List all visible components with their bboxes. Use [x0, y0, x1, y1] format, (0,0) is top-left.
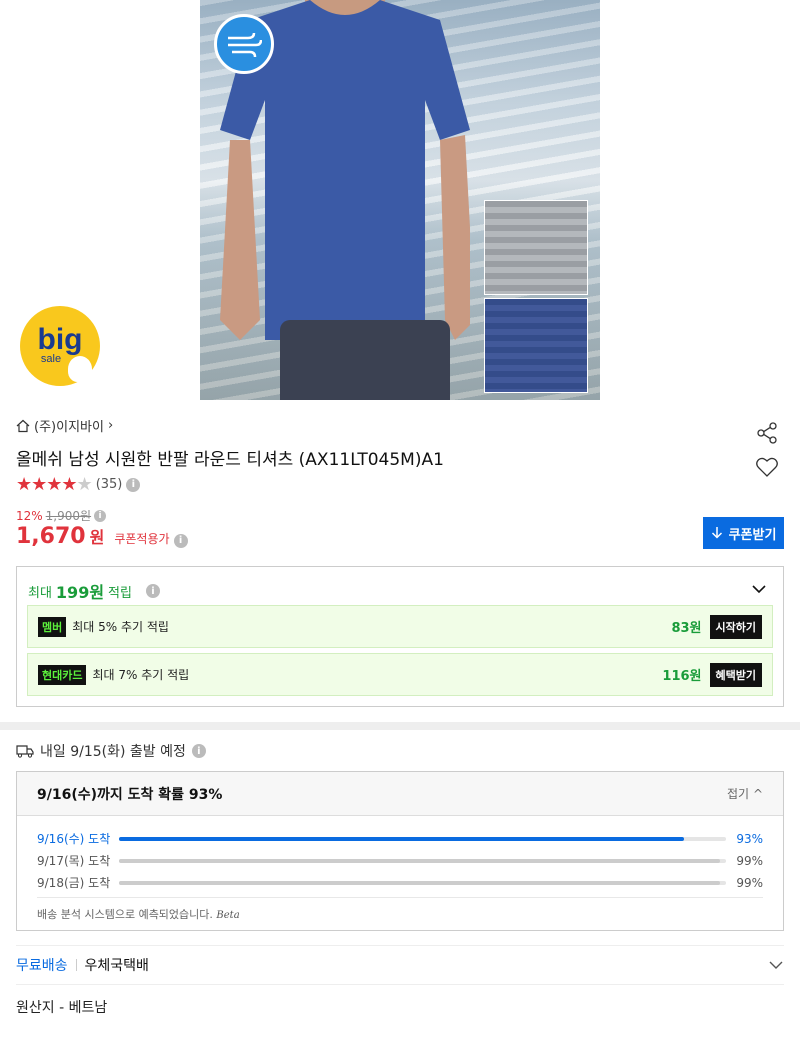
probability-fill [119, 858, 720, 863]
probability-value: 99% [736, 875, 763, 890]
thumbnail-gray[interactable] [484, 200, 588, 295]
badge-sale-text: sale [40, 353, 62, 365]
arrival-row: 9/17(목) 도착 99% [37, 852, 763, 869]
arrival-headline: 9/16(수)까지 도착 확률 93% [37, 786, 223, 803]
reward-box: 최대 199원 적립 i 멤버 최대 5% 추기 적립 83원 시작하기 현대카… [16, 566, 784, 707]
arrival-row: 9/18(금) 도착 99% [37, 874, 763, 891]
coupon-button-label: 쿠폰받기 [728, 527, 777, 543]
reward-prefix: 최대 [28, 585, 52, 601]
departure-text: 내일 9/15(화) 출발 예정 [40, 744, 186, 760]
probability-fill [119, 836, 684, 841]
cool-wind-icon [214, 14, 274, 74]
coupon-price-note: 쿠폰적용가 [114, 532, 170, 546]
carrier-name: 우체국택배 [84, 958, 149, 974]
reward-row-amount: 83원 [671, 621, 702, 636]
probability-bar [119, 880, 726, 885]
big-sale-badge: big sale [20, 306, 100, 386]
reward-summary: 최대 199원 적립 i [28, 579, 160, 603]
original-price-row: 12% 1,900원 i [16, 507, 107, 524]
home-icon [16, 419, 30, 432]
chevron-down-icon[interactable] [751, 581, 767, 597]
start-button[interactable]: 시작하기 [709, 614, 762, 639]
download-icon [711, 527, 722, 539]
product-title: 올메쉬 남성 시원한 반팔 라운드 티셔츠 (AX11LT045M)A1 [16, 450, 444, 470]
arrival-divider [37, 897, 763, 898]
free-shipping-label: 무료배송 [16, 958, 68, 974]
info-icon[interactable]: i [94, 509, 107, 522]
info-icon[interactable]: i [126, 477, 141, 492]
product-image[interactable] [200, 0, 600, 400]
arrival-header: 9/16(수)까지 도착 확률 93% 접기 ^ [17, 772, 783, 816]
separator [75, 959, 77, 971]
chevron-up-icon: ^ [752, 787, 763, 801]
sale-price: 1,670 [16, 524, 86, 549]
info-icon[interactable]: i [145, 584, 160, 598]
probability-bar [119, 858, 726, 863]
share-icon[interactable] [755, 421, 779, 445]
info-icon[interactable]: i [191, 744, 206, 758]
star-rating-icon: ★★★★★ [16, 474, 93, 495]
heart-icon[interactable] [755, 455, 779, 479]
arrival-probability-box: 9/16(수)까지 도착 확률 93% 접기 ^ 9/16(수) 도착 93% … [16, 771, 784, 931]
reward-amount: 199원 [55, 583, 105, 602]
get-benefit-button[interactable]: 혜택받기 [709, 662, 762, 687]
review-count: (35) [95, 477, 123, 492]
info-icon[interactable]: i [173, 533, 188, 548]
card-tag: 현대카드 [38, 664, 87, 685]
chevron-down-icon[interactable] [768, 957, 784, 973]
price-unit: 원 [89, 528, 105, 547]
reward-row-text: 최대 7% 추기 적립 [92, 668, 190, 682]
store-link[interactable]: (주)이지바이 › [16, 416, 113, 435]
reward-row-amount: 116원 [662, 669, 702, 684]
section-divider [0, 722, 800, 730]
truck-icon [16, 745, 34, 758]
color-thumbnails [484, 200, 588, 396]
reward-suffix: 적립 [108, 585, 132, 601]
member-tag: 멤버 [38, 616, 67, 637]
badge-big-text: big [37, 323, 83, 356]
probability-value: 99% [736, 853, 763, 868]
probability-fill [119, 880, 720, 885]
fold-label: 접기 [727, 787, 750, 801]
rating[interactable]: ★★★★★ (35) i [16, 474, 141, 495]
reward-row-card: 현대카드 최대 7% 추기 적립 116원 혜택받기 [27, 653, 773, 696]
prediction-note: 배송 분석 시스템으로 예측되었습니다. Beta [37, 906, 240, 922]
arrival-date: 9/18(금) 도착 [37, 876, 111, 890]
discount-percent: 12% [16, 508, 43, 523]
chevron-right-icon: › [107, 418, 114, 433]
coupon-download-button[interactable]: 쿠폰받기 [703, 517, 784, 549]
probability-bar [119, 836, 726, 841]
prediction-note-text: 배송 분석 시스템으로 예측되었습니다. [37, 908, 213, 921]
store-name: (주)이지바이 [34, 420, 104, 435]
delivery-option-row[interactable]: 무료배송 우체국택배 [16, 945, 784, 985]
bunny-icon [68, 356, 92, 382]
arrival-row: 9/16(수) 도착 93% [37, 830, 763, 847]
sale-price-row: 1,670 원 쿠폰적용가 i [16, 524, 188, 549]
reward-row-member: 멤버 최대 5% 추기 적립 83원 시작하기 [27, 605, 773, 648]
arrival-date: 9/17(목) 도착 [37, 854, 111, 868]
origin-info: 원산지 - 베트남 [16, 1000, 108, 1016]
departure-info: 내일 9/15(화) 출발 예정 i [16, 741, 206, 761]
pants-illustration [280, 320, 450, 400]
reward-row-text: 최대 5% 추기 적립 [72, 620, 169, 634]
thumbnail-navy[interactable] [484, 298, 588, 393]
arrival-date: 9/16(수) 도착 [37, 832, 111, 846]
fold-toggle[interactable]: 접기 ^ [727, 785, 763, 802]
probability-value: 93% [736, 831, 763, 846]
original-price: 1,900원 [45, 509, 92, 523]
beta-label: Beta [216, 910, 240, 921]
